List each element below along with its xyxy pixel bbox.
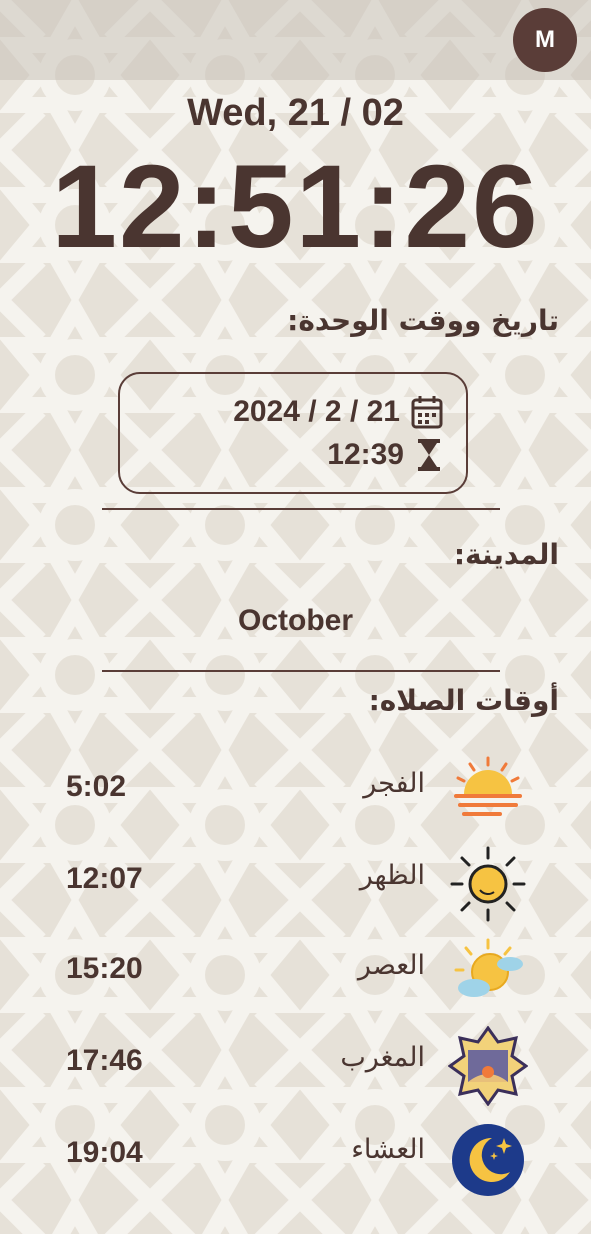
- prayer-name: العشاء: [351, 1134, 425, 1165]
- prayer-time: 19:04: [66, 1136, 143, 1169]
- hourglass-icon: [418, 439, 440, 471]
- unit-time-row: 12:39: [327, 438, 444, 472]
- prayer-name: الظهر: [359, 860, 425, 891]
- unit-datetime-box: 2024 / 2 / 21 12:39: [118, 372, 468, 494]
- divider-2: [102, 670, 500, 672]
- sunrise-icon: [454, 756, 522, 816]
- avatar-letter: M: [535, 26, 555, 53]
- calendar-icon: [411, 396, 443, 429]
- sun-cloud-icon: [454, 938, 523, 997]
- top-bar: [0, 0, 591, 80]
- prayer-name: العصر: [357, 950, 425, 981]
- prayer-name: المغرب: [340, 1042, 425, 1073]
- sunset-star-icon: [448, 1026, 528, 1106]
- sun-icon: [450, 846, 526, 922]
- avatar[interactable]: M: [513, 8, 577, 72]
- prayer-time: 17:46: [66, 1044, 143, 1077]
- prayer-row-maghrib: 17:46 المغرب: [0, 1026, 591, 1106]
- prayer-row-fajr: 5:02 الفجر: [0, 752, 591, 832]
- prayer-row-asr: 15:20 العصر: [0, 934, 591, 1014]
- unit-date: 2024 / 2 / 21: [233, 395, 400, 428]
- unit-datetime-title: تاريخ ووقت الوحدة:: [287, 304, 559, 337]
- prayer-row-dhuhr: 12:07 الظهر: [0, 844, 591, 924]
- unit-time: 12:39: [327, 438, 404, 471]
- current-date: Wed, 21 / 02: [187, 92, 404, 134]
- city-title: المدينة:: [453, 538, 559, 571]
- prayer-time: 5:02: [66, 770, 127, 803]
- prayer-name: الفجر: [363, 768, 425, 799]
- moon-stars-icon: [452, 1124, 524, 1196]
- unit-date-row: 2024 / 2 / 21: [233, 394, 444, 430]
- prayer-time: 15:20: [66, 952, 143, 985]
- current-clock: 12:51:26: [51, 141, 540, 273]
- city-value: October: [237, 604, 354, 637]
- divider-1: [102, 508, 500, 510]
- prayer-times-title: أوقات الصلاه:: [368, 684, 559, 717]
- prayer-time: 12:07: [66, 862, 143, 895]
- prayer-row-isha: 19:04 العشاء: [0, 1118, 591, 1198]
